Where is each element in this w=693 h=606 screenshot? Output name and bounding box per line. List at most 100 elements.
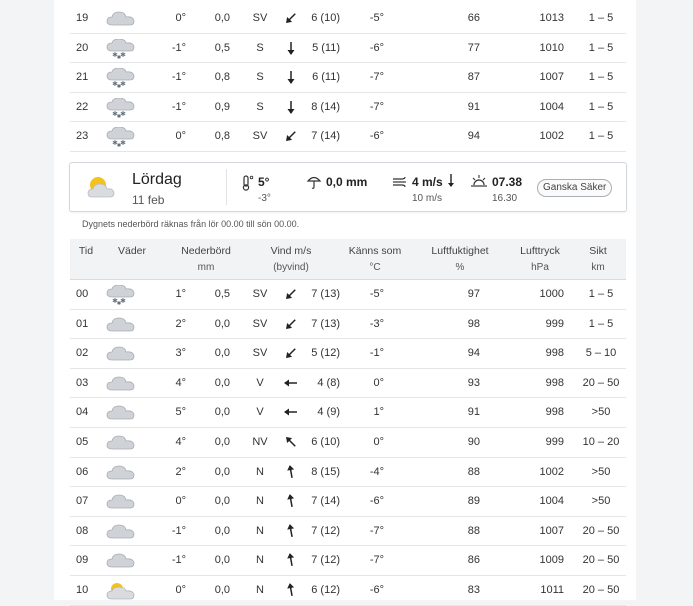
hour-cell: 00 [76, 288, 89, 300]
header-kanns-label: Känns som [348, 245, 402, 257]
wind-arrow-icon [280, 428, 300, 456]
hour-cell: 20 [76, 41, 89, 54]
pressure-cell: 998 [545, 406, 564, 419]
wind-direction-cell: NV [252, 435, 268, 448]
table-row: 10 0° 0,0 N 6 (12) -6° 83 1011 20 – 50 [70, 576, 626, 606]
table-row: 21 -1° 0,8 S 6 (11) -7° 87 1007 1 – 5 [70, 63, 626, 93]
humidity-cell: 93 [467, 376, 480, 389]
feels-like-cell: -6° [369, 41, 384, 54]
humidity-cell: 88 [467, 465, 480, 478]
visibility-cell: 10 – 20 [582, 435, 620, 448]
hour-cell: 08 [76, 524, 89, 537]
snow-cloud-icon [106, 34, 138, 62]
header-luftfuktighet: Luftfuktighet % [422, 245, 498, 273]
precipitation-cell: 0,0 [214, 376, 230, 389]
temp-max: 5° [258, 175, 270, 189]
wind-arrow-icon [280, 546, 300, 574]
pressure-cell: 1002 [539, 130, 564, 143]
hourly-table: 00 1° 0,5 SV 7 (13) -5° 97 1000 1 – 5 01 2° 0,0 SV 7 … [70, 280, 626, 606]
feels-like-cell: -3° [369, 317, 384, 330]
hour-cell: 02 [76, 347, 89, 360]
snow-cloud-icon [106, 93, 138, 121]
humidity-cell: 98 [467, 317, 480, 330]
pressure-cell: 1009 [539, 554, 564, 567]
precipitation-cell: 0,9 [214, 100, 230, 113]
table-row: 19 0° 0,0 SV 6 (10) -5° 66 1013 1 – 5 [70, 4, 626, 34]
header-lufttryck-unit: hPa [531, 262, 549, 273]
precipitation-cell: 0,0 [214, 317, 230, 330]
humidity-cell: 87 [467, 71, 480, 84]
precipitation-cell: 0,0 [214, 554, 230, 567]
table-row: 04 5° 0,0 V 4 (9) 1° 91 998 >50 [70, 398, 626, 428]
feels-like-cell: -7° [369, 524, 384, 537]
hour-cell: 03 [76, 376, 89, 389]
humidity-cell: 86 [467, 554, 480, 567]
humidity-cell: 94 [467, 347, 480, 360]
table-row: 02 3° 0,0 SV 5 (12) -1° 94 998 5 – 10 [70, 339, 626, 369]
feels-like-cell: 0° [373, 435, 384, 448]
wind-direction-cell: V [256, 406, 264, 419]
table-row: 00 1° 0,5 SV 7 (13) -5° 97 1000 1 – 5 [70, 280, 626, 310]
pressure-cell: 1007 [539, 71, 564, 84]
cloud-icon [106, 310, 138, 338]
header-lufttryck: Lufttryck hPa [512, 245, 568, 273]
visibility-cell: >50 [591, 406, 611, 419]
wind-arrow-icon [280, 369, 300, 397]
header-vind-label: Vind m/s [270, 245, 312, 257]
precipitation-cell: 0,0 [214, 406, 230, 419]
wind-direction-cell: S [256, 100, 264, 113]
day-summary-card[interactable]: Lördag 11 feb 5° -3° 0,0 mm 4 m/s 10 m/s [69, 162, 627, 212]
header-nederbord: Nederbörd mm [174, 245, 238, 273]
table-row: 07 0° 0,0 N 7 (14) -6° 89 1004 >50 [70, 487, 626, 517]
humidity-cell: 88 [467, 524, 480, 537]
feels-like-cell: -5° [369, 12, 384, 24]
pressure-cell: 999 [545, 435, 564, 448]
pressure-cell: 1013 [539, 12, 564, 24]
feels-like-cell: 0° [373, 376, 384, 389]
hour-cell: 06 [76, 465, 89, 478]
feels-like-cell: -7° [369, 554, 384, 567]
table-row: 22 -1° 0,9 S 8 (14) -7° 91 1004 1 – 5 [70, 93, 626, 123]
wind-arrow-icon [280, 122, 300, 150]
cloud-icon [106, 517, 138, 545]
visibility-cell: 1 – 5 [588, 130, 614, 143]
wind-arrow-icon [280, 63, 300, 91]
table-row: 20 -1° 0,5 S 5 (11) -6° 77 1010 1 – 5 [70, 34, 626, 64]
header-vind-unit: (byvind) [273, 262, 309, 273]
visibility-cell: 1 – 5 [588, 71, 614, 84]
sunset-time: 16.30 [492, 193, 518, 204]
table-row: 08 -1° 0,0 N 7 (12) -7° 88 1007 20 – 50 [70, 517, 626, 547]
humidity-cell: 91 [467, 100, 480, 113]
header-nederbord-label: Nederbörd [181, 245, 231, 257]
wind-direction-arrow-icon [446, 173, 456, 194]
pressure-cell: 1004 [539, 100, 564, 113]
feels-like-cell: -1° [369, 347, 384, 360]
feels-like-cell: -7° [369, 100, 384, 113]
thermometer-icon [240, 175, 254, 196]
wind-arrow-icon [280, 517, 300, 545]
cloud-icon [106, 487, 138, 515]
certainty-badge: Ganska Säker [537, 179, 613, 197]
visibility-cell: >50 [591, 465, 611, 478]
humidity-cell: 66 [467, 12, 480, 24]
visibility-cell: 1 – 5 [588, 41, 614, 54]
precipitation-cell: 0,5 [214, 41, 230, 54]
feels-like-cell: -7° [369, 71, 384, 84]
cloud-icon [106, 458, 138, 486]
wind-arrow-icon [280, 4, 300, 32]
umbrella-icon [306, 174, 322, 195]
header-vind: Vind m/s (byvind) [256, 245, 326, 273]
visibility-cell: 20 – 50 [582, 524, 620, 537]
wind-direction-cell: S [256, 41, 264, 54]
hourly-table-previous-day: 19 0° 0,0 SV 6 (10) -5° 66 1013 1 – 5 20 -1° 0,5 S 5 … [70, 4, 626, 152]
precipitation-cell: 0,0 [214, 524, 230, 537]
wind-direction-cell: SV [252, 288, 268, 300]
snow-cloud-icon [106, 280, 138, 308]
header-lufttryck-label: Lufttryck [520, 245, 560, 257]
precipitation-cell: 0,0 [214, 347, 230, 360]
visibility-cell: 20 – 50 [582, 554, 620, 567]
sun-cloud-icon [82, 173, 124, 206]
header-nederbord-unit: mm [197, 262, 215, 273]
wind-arrow-icon [280, 458, 300, 486]
feels-like-cell: 1° [373, 406, 384, 419]
